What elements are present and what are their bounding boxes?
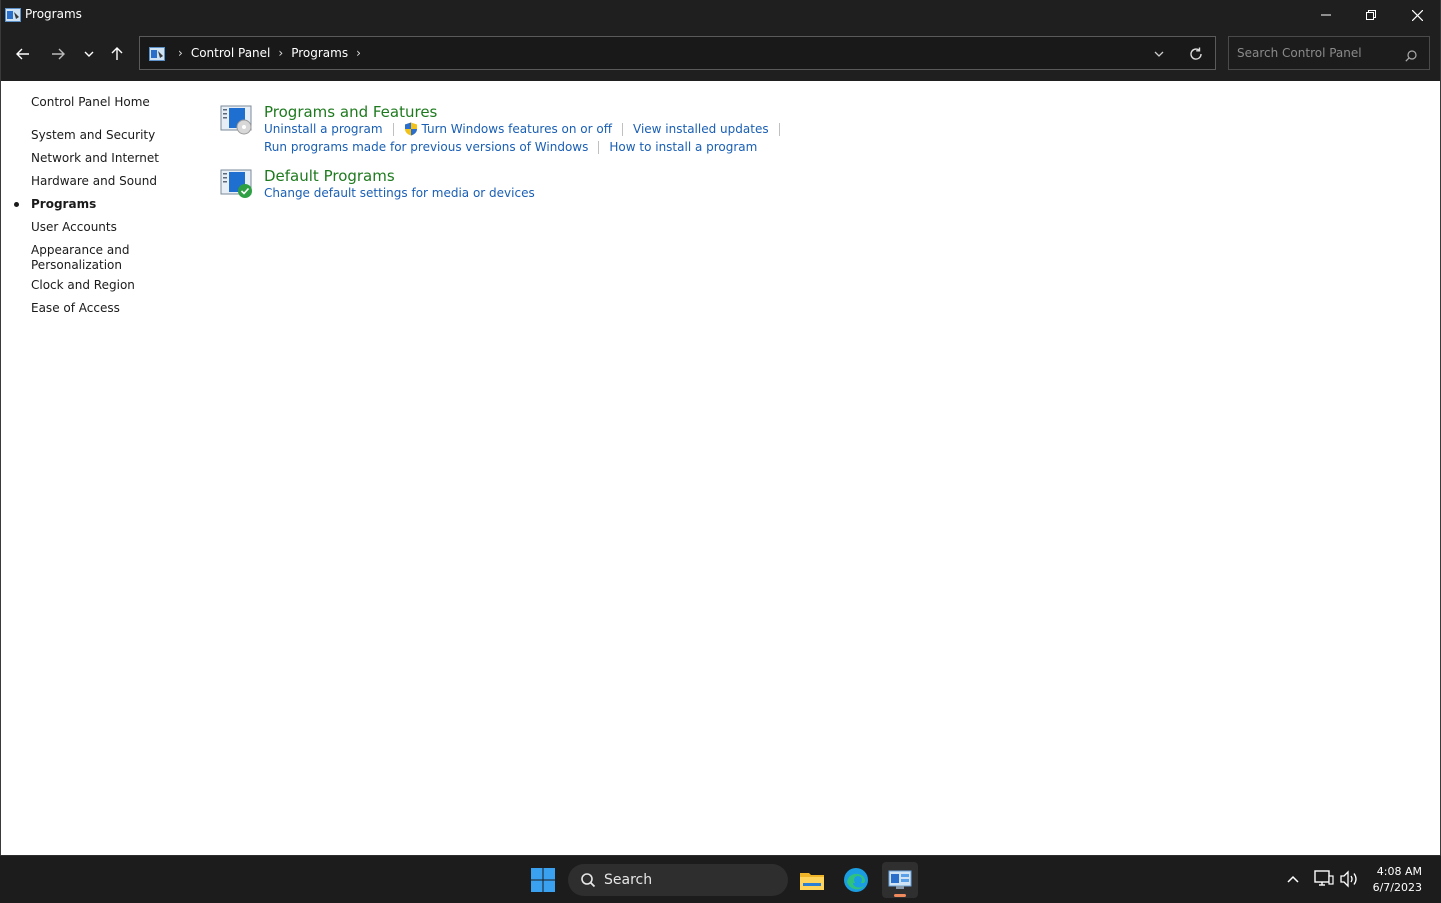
sidebar-item-programs[interactable]: Programs [31, 197, 96, 212]
clock-date: 6/7/2023 [1372, 881, 1422, 894]
shield-icon [404, 122, 418, 136]
link-how-to-install[interactable]: How to install a program [609, 140, 757, 154]
search-icon [580, 872, 596, 888]
breadcrumb-separator-icon[interactable]: › [278, 46, 283, 60]
link-view-installed-updates[interactable]: View installed updates [633, 122, 769, 136]
chevron-up-icon [1287, 875, 1299, 883]
network-status-button[interactable] [1313, 868, 1335, 890]
sidebar-item-user-accounts[interactable]: User Accounts [31, 220, 117, 235]
category-title[interactable]: Default Programs [264, 167, 395, 185]
sidebar-item-ease-of-access[interactable]: Ease of Access [31, 301, 120, 316]
restore-icon [1366, 10, 1376, 20]
volume-button[interactable] [1338, 868, 1360, 890]
arrow-right-icon [52, 48, 65, 60]
breadcrumb-separator-icon[interactable]: › [356, 46, 361, 60]
start-icon [531, 868, 555, 892]
volume-icon [1340, 870, 1357, 888]
control-panel-app-icon [5, 7, 21, 22]
clock-time: 4:08 AM [1376, 865, 1422, 878]
taskbar-search[interactable]: Search [568, 864, 788, 896]
arrow-up-icon [111, 47, 123, 60]
forward-button[interactable] [46, 42, 70, 66]
category-title[interactable]: Programs and Features [264, 103, 437, 121]
edge-icon [844, 868, 868, 892]
sidebar-item-network-internet[interactable]: Network and Internet [31, 151, 159, 166]
close-icon [1411, 9, 1423, 21]
arrow-left-icon [16, 48, 29, 60]
address-history-button[interactable] [1151, 46, 1167, 62]
refresh-icon [1190, 47, 1202, 60]
window-title: Programs [25, 7, 82, 21]
category-links-row: Uninstall a program Turn Windows feature… [264, 122, 790, 136]
default-programs-icon[interactable] [220, 167, 254, 199]
minimize-button[interactable] [1303, 0, 1349, 30]
taskbar-search-label: Search [604, 872, 653, 888]
search-icon[interactable] [1405, 47, 1417, 62]
breadcrumb-control-panel[interactable]: Control Panel [191, 46, 271, 60]
taskbar-clock[interactable]: 4:08 AM 6/7/2023 [1373, 864, 1422, 896]
breadcrumb: › Control Panel › Programs › [170, 46, 369, 60]
file-explorer-icon [800, 873, 824, 890]
network-icon [1314, 870, 1334, 886]
sidebar-item-control-panel-home[interactable]: Control Panel Home [31, 95, 150, 110]
link-uninstall-program[interactable]: Uninstall a program [264, 122, 383, 136]
search-box[interactable] [1228, 36, 1430, 70]
sidebar-item-appearance[interactable]: Appearance and Personalization [31, 243, 141, 273]
link-divider [778, 122, 780, 136]
start-button[interactable] [530, 867, 556, 893]
taskbar-control-panel[interactable] [882, 862, 918, 898]
link-divider [598, 140, 600, 154]
close-button[interactable] [1394, 0, 1440, 30]
taskbar-file-explorer[interactable] [794, 862, 830, 898]
link-change-default-settings[interactable]: Change default settings for media or dev… [264, 186, 535, 200]
active-app-indicator [894, 894, 906, 897]
control-panel-window: Programs › Control Panel › Programs › Se… [0, 0, 1441, 855]
chevron-down-icon [84, 51, 94, 57]
chevron-down-icon [1154, 51, 1164, 57]
search-input[interactable] [1237, 45, 1397, 61]
restore-button[interactable] [1348, 0, 1394, 30]
taskbar: Search 4:08 AM 6/7/2023 [0, 855, 1441, 903]
title-bar: Programs [1, 0, 1440, 30]
category-links-row: Run programs made for previous versions … [264, 140, 757, 154]
control-panel-icon [888, 870, 912, 889]
refresh-button[interactable] [1187, 45, 1205, 63]
taskbar-edge[interactable] [838, 862, 874, 898]
sidebar-item-system-security[interactable]: System and Security [31, 128, 155, 143]
programs-features-icon[interactable] [220, 103, 254, 135]
active-bullet-icon [14, 202, 19, 207]
recent-locations-button[interactable] [77, 42, 101, 66]
sidebar-item-clock-region[interactable]: Clock and Region [31, 278, 135, 293]
show-hidden-icons-button[interactable] [1282, 868, 1304, 890]
breadcrumb-separator-icon[interactable]: › [178, 46, 183, 60]
control-panel-icon [149, 46, 165, 61]
minimize-icon [1321, 14, 1331, 16]
sidebar-item-hardware-sound[interactable]: Hardware and Sound [31, 174, 157, 189]
up-button[interactable] [105, 42, 129, 66]
back-button[interactable] [11, 42, 35, 66]
category-links-row: Change default settings for media or dev… [264, 186, 535, 200]
link-compatibility[interactable]: Run programs made for previous versions … [264, 140, 588, 154]
link-divider [392, 122, 394, 136]
navigation-toolbar: › Control Panel › Programs › [1, 30, 1440, 81]
link-divider [622, 122, 624, 136]
link-windows-features[interactable]: Turn Windows features on or off [422, 122, 613, 136]
breadcrumb-programs[interactable]: Programs [291, 46, 348, 60]
address-bar[interactable]: › Control Panel › Programs › [139, 36, 1216, 70]
